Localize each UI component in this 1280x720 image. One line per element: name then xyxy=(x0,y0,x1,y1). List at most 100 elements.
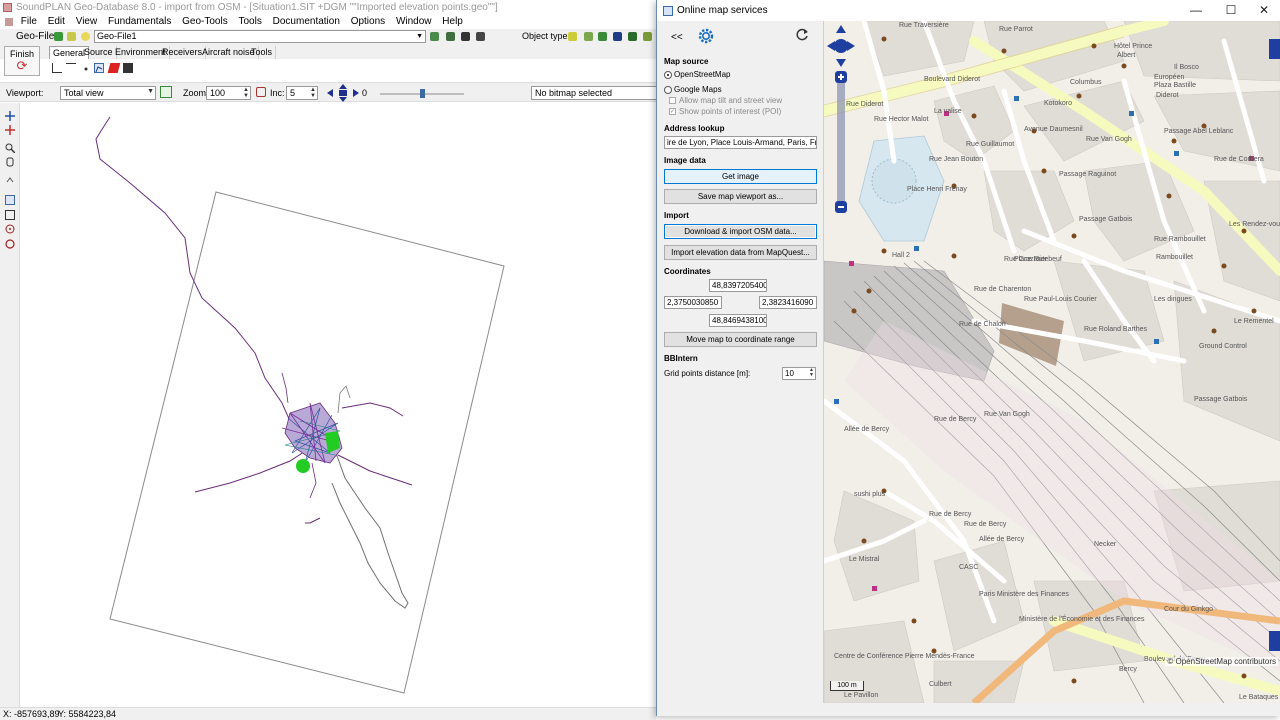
rotation-slider-thumb[interactable] xyxy=(420,89,425,98)
map-label: Ministère de l'Économie et des Finances xyxy=(1019,614,1145,623)
menu-documentation[interactable]: Documentation xyxy=(269,15,344,29)
menu-window[interactable]: Window xyxy=(392,15,436,29)
bitmap-select[interactable]: No bitmap selected xyxy=(531,86,656,100)
camera-icon[interactable] xyxy=(123,63,133,73)
minimize-button[interactable]: — xyxy=(1179,0,1213,21)
import-icon[interactable] xyxy=(446,32,455,41)
menu-geo-tools[interactable]: Geo-Tools xyxy=(178,15,232,29)
object-type-extra-icon[interactable] xyxy=(643,32,652,41)
select-cursor-icon[interactable] xyxy=(5,111,15,121)
bbintern-header: BBIntern xyxy=(664,354,698,363)
zoom-lock-icon[interactable] xyxy=(256,87,266,97)
maximize-button[interactable]: ☐ xyxy=(1214,0,1248,21)
circle-target-icon[interactable] xyxy=(5,224,15,234)
double-arrow-left-icon[interactable] xyxy=(613,32,622,41)
grid-distance-input[interactable]: 10 ▲ ▼ xyxy=(782,367,816,380)
polyline-draw-icon[interactable] xyxy=(5,195,15,205)
object-type-label: Object type: xyxy=(522,31,571,41)
open-icon[interactable] xyxy=(430,32,439,41)
save-icon[interactable] xyxy=(461,32,470,41)
osm-label: OpenStreetMap xyxy=(674,70,731,79)
menu-file[interactable]: File xyxy=(17,15,41,29)
west-coordinate-input[interactable]: 2,3750030850 xyxy=(664,296,722,309)
close-button[interactable]: ✕ xyxy=(1247,0,1280,21)
map-tilt-checkbox[interactable]: Allow map tilt and street view xyxy=(669,96,782,105)
geofile-toolbar: Geo-File: Geo-File1 ▼ Object type: xyxy=(0,29,656,44)
map-label: Allée de Bercy xyxy=(979,536,1025,543)
map-label: Cour du Ginkgo xyxy=(1164,606,1213,613)
spinner-icon[interactable]: ▲ ▼ xyxy=(243,87,249,99)
circle-icon[interactable] xyxy=(5,239,15,249)
rotation-slider[interactable] xyxy=(380,89,464,98)
status-x-coordinate: X: -857693,89 xyxy=(3,709,60,719)
new-geofile-icon[interactable] xyxy=(54,32,63,41)
viewport-select[interactable]: Total view ▼ xyxy=(60,86,156,100)
import-elevation-button[interactable]: Import elevation data from MapQuest... xyxy=(664,245,817,260)
map-label: Place Rutebeuf xyxy=(1014,256,1062,263)
download-osm-button[interactable]: Download & import OSM data... xyxy=(664,224,817,239)
spinner-icon[interactable]: ▲ ▼ xyxy=(809,368,814,378)
poi-checkbox[interactable]: ✓ Show points of interest (POI) xyxy=(669,107,781,116)
east-coordinate: 2,3823416090 xyxy=(762,298,814,307)
geofile-select[interactable]: Geo-File1 ▼ xyxy=(94,30,426,43)
osm-radio[interactable]: OpenStreetMap xyxy=(664,70,730,79)
axis-tool-icon[interactable] xyxy=(52,63,62,73)
inc-input[interactable]: 5 ▲ ▼ xyxy=(286,86,318,100)
move-icon[interactable] xyxy=(5,125,15,135)
east-coordinate-input[interactable]: 2,3823416090 xyxy=(759,296,817,309)
menu-help[interactable]: Help xyxy=(438,15,467,29)
map-label: Boulevard Diderot xyxy=(924,76,980,83)
get-image-button[interactable]: Get image xyxy=(664,169,817,184)
rectangle-icon[interactable] xyxy=(5,210,15,220)
viewport-select-value: Total view xyxy=(64,88,104,98)
spinner-icon[interactable]: ▲ ▼ xyxy=(310,87,316,99)
north-coordinate-input[interactable]: 48,8397205400 xyxy=(709,279,767,292)
menu-edit[interactable]: Edit xyxy=(44,15,69,29)
map-tilt-check xyxy=(669,97,676,104)
system-menu-icon[interactable] xyxy=(5,18,13,26)
zoom-fit-icon[interactable] xyxy=(160,86,172,98)
collapse-button[interactable]: << xyxy=(671,32,683,43)
pan-arrows-icon[interactable] xyxy=(327,84,359,104)
n-icon[interactable] xyxy=(628,32,637,41)
save-all-icon[interactable] xyxy=(476,32,485,41)
gear-icon[interactable] xyxy=(697,27,715,47)
tab-tools[interactable]: Tools xyxy=(248,46,277,59)
google-maps-radio[interactable]: Google Maps xyxy=(664,85,722,94)
caret-icon[interactable] xyxy=(5,175,15,185)
settings-icon[interactable] xyxy=(67,32,76,41)
map-label: Rue Roland Barthes xyxy=(1084,326,1148,333)
t-tool-icon[interactable] xyxy=(66,63,76,73)
zoom-magnifier-icon[interactable] xyxy=(5,143,16,154)
zoom-input[interactable]: 100 ▲ ▼ xyxy=(206,86,251,100)
red-shape-tool-icon[interactable] xyxy=(107,63,121,73)
map-label: Rue de Corbera xyxy=(1214,156,1264,163)
map-label: Necker xyxy=(1094,541,1117,548)
save-viewport-button[interactable]: Save map viewport as... xyxy=(664,189,817,204)
map-label: Rue de Charenton xyxy=(974,286,1031,293)
drawing-canvas[interactable] xyxy=(20,103,656,707)
coordinates-header: Coordinates xyxy=(664,267,711,276)
bulb-icon[interactable] xyxy=(81,32,90,41)
point-tool-icon[interactable] xyxy=(81,63,91,73)
osm-map-view[interactable]: Hôtel Prince Albert Rue Traversière Rue Hec… xyxy=(824,21,1280,703)
map-attribution[interactable]: © OpenStreetMap contributors xyxy=(1165,657,1278,666)
grid-distance-label: Grid points distance [m]: xyxy=(664,369,751,378)
menu-options[interactable]: Options xyxy=(347,15,389,29)
object-type-line-icon[interactable] xyxy=(598,32,607,41)
south-coordinate-input[interactable]: 48,8469438100 xyxy=(709,314,767,327)
menu-tools[interactable]: Tools xyxy=(235,15,266,29)
move-map-button[interactable]: Move map to coordinate range xyxy=(664,332,817,347)
hand-pan-icon[interactable] xyxy=(5,157,15,167)
object-type-point-icon[interactable] xyxy=(568,32,577,41)
refresh-icon[interactable] xyxy=(795,28,809,44)
finish-button[interactable]: Finish ⟳ xyxy=(4,46,40,76)
address-input[interactable]: ire de Lyon, Place Louis-Armand, Paris, … xyxy=(664,136,817,149)
polyline-tool-icon[interactable] xyxy=(94,63,104,73)
map-label: Le Pavillon xyxy=(844,692,878,699)
menu-view[interactable]: View xyxy=(72,15,102,29)
map-label: Rue Parrot xyxy=(999,26,1033,33)
object-type-settings-icon[interactable] xyxy=(584,32,593,41)
map-label: Culbert xyxy=(929,681,952,688)
menu-fundamentals[interactable]: Fundamentals xyxy=(104,15,175,29)
